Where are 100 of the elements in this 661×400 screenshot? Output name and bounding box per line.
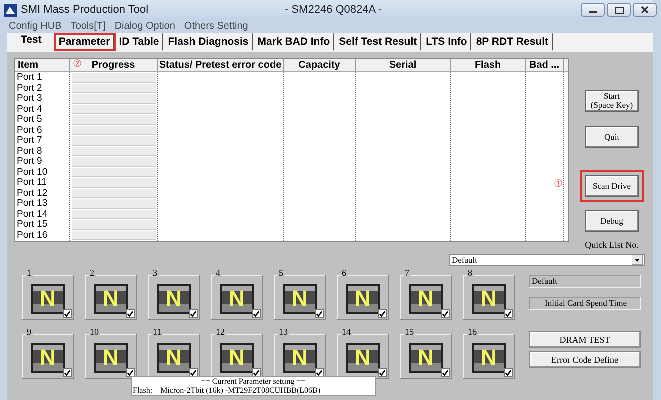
port-checkbox[interactable]	[504, 309, 513, 318]
port-name: Port 12	[16, 188, 49, 199]
action-button[interactable]: Debug	[585, 210, 639, 232]
port-name: Port 1	[16, 73, 44, 84]
port-name: Port 3	[16, 94, 44, 104]
port-status-icon: N	[157, 284, 191, 314]
port-name: Port 5	[16, 115, 44, 126]
port-status-icon: N	[94, 284, 128, 314]
port-checkbox[interactable]	[441, 309, 450, 318]
action-button[interactable]: DRAM TEST	[529, 331, 641, 348]
port-status-icon: N	[346, 343, 380, 373]
tab[interactable]: Mark BAD Info	[252, 33, 334, 51]
list-name-field: Default	[529, 275, 641, 288]
quick-list-label: Quick List No.	[585, 240, 639, 250]
port-name: Port 11	[16, 178, 48, 188]
close-icon	[641, 6, 649, 14]
tab[interactable]: ID Table	[114, 33, 164, 51]
port-checkbox[interactable]	[189, 309, 198, 318]
menu-item[interactable]: Config HUB	[9, 20, 62, 33]
port-status-icon: N	[409, 284, 443, 314]
caret-icon	[632, 255, 643, 265]
port-status-icon: N	[346, 284, 380, 314]
column-header[interactable]: Flash	[474, 60, 502, 70]
close-button[interactable]	[633, 3, 657, 17]
action-button[interactable]: Scan Drive	[585, 175, 639, 197]
port-status-icon: N	[94, 343, 128, 373]
spend-time-field: Initial Card Spend Time	[529, 297, 641, 310]
port-status-icon: N	[220, 284, 254, 314]
maximize-button[interactable]	[607, 3, 631, 17]
app-icon	[4, 4, 17, 16]
port-number: 2	[89, 268, 96, 278]
column-header[interactable]: Bad ...	[529, 60, 560, 70]
port-number: 14	[341, 327, 352, 337]
quick-list-dropdown[interactable]: Default	[449, 254, 645, 266]
menu-item[interactable]: Tools[T]	[70, 20, 106, 33]
column-header[interactable]: Progress	[92, 60, 136, 70]
port-checkbox[interactable]	[63, 368, 72, 377]
port-checkbox[interactable]	[315, 309, 324, 318]
annotation-number: ②	[73, 60, 82, 70]
port-status-icon: N	[283, 343, 317, 373]
port-number: 3	[152, 268, 158, 278]
tab[interactable]: Parameter	[54, 33, 114, 51]
port-name: Port 6	[16, 126, 44, 136]
port-name: Port 9	[16, 157, 44, 168]
port-status-icon: N	[31, 343, 65, 373]
action-button[interactable]: Error Code Define	[529, 351, 641, 368]
port-name: Port 8	[16, 146, 44, 157]
port-status-icon: N	[157, 343, 191, 373]
flash-label: Flash:	[133, 386, 153, 395]
column-header[interactable]: Serial	[389, 60, 417, 70]
port-status-icon: N	[472, 284, 506, 314]
tab[interactable]: Self Test Result	[334, 33, 422, 51]
port-status-icon: N	[31, 284, 65, 314]
port-number: 7	[404, 268, 410, 278]
port-number: 15	[404, 327, 415, 337]
port-number: 9	[26, 327, 32, 337]
menu-item[interactable]: Others Setting	[184, 20, 248, 33]
tab[interactable]: LTS Info	[421, 33, 472, 51]
annotation-number: ①	[554, 180, 563, 190]
flash-value: Micron-2Tbit (16k) -MT29F2T08CUHBB(L06B)	[160, 386, 321, 395]
column-header[interactable]: Item	[18, 60, 39, 70]
maximize-icon	[614, 6, 624, 14]
port-number: 1	[26, 268, 32, 278]
port-number: 4	[215, 268, 222, 278]
port-name: Port 7	[16, 136, 44, 146]
port-checkbox[interactable]	[504, 368, 513, 377]
port-checkbox[interactable]	[441, 368, 450, 377]
port-name: Port 4	[16, 104, 44, 115]
port-checkbox[interactable]	[378, 309, 387, 318]
action-button[interactable]: Start (Space Key)	[585, 90, 639, 112]
port-checkbox[interactable]	[126, 309, 135, 318]
port-status-icon: N	[472, 343, 506, 373]
port-name: Port 13	[16, 199, 49, 210]
window-title: SMI Mass Production Tool	[21, 4, 149, 16]
port-name: Port 2	[16, 84, 44, 94]
port-status-icon: N	[220, 343, 254, 373]
port-number: 11	[152, 327, 163, 337]
port-name: Port 14	[16, 210, 49, 220]
menu-item[interactable]: Dialog Option	[114, 20, 176, 33]
action-button[interactable]: Quit	[585, 126, 639, 148]
port-checkbox[interactable]	[63, 309, 72, 318]
port-number: 10	[89, 327, 100, 337]
port-status-icon: N	[283, 284, 317, 314]
tab[interactable]: Flash Diagnosis	[163, 33, 253, 51]
parameter-title: == Current Parameter setting ==	[201, 377, 306, 386]
minimize-button[interactable]	[581, 3, 605, 17]
port-name: Port 15	[16, 220, 49, 230]
port-checkbox[interactable]	[378, 368, 387, 377]
port-status-icon: N	[409, 343, 443, 373]
port-number: 6	[341, 268, 348, 278]
port-number: 13	[278, 327, 289, 337]
port-name: Port 16	[16, 230, 49, 241]
column-header[interactable]: Status/ Pretest error code	[159, 60, 282, 70]
port-checkbox[interactable]	[126, 368, 135, 377]
port-number: 16	[467, 327, 478, 337]
tab[interactable]: 8P RDT Result	[471, 33, 553, 51]
port-number: 12	[215, 327, 226, 337]
port-checkbox[interactable]	[252, 309, 261, 318]
window-subtitle: - SM2246 Q0824A -	[285, 4, 382, 16]
column-header[interactable]: Capacity	[298, 60, 340, 70]
